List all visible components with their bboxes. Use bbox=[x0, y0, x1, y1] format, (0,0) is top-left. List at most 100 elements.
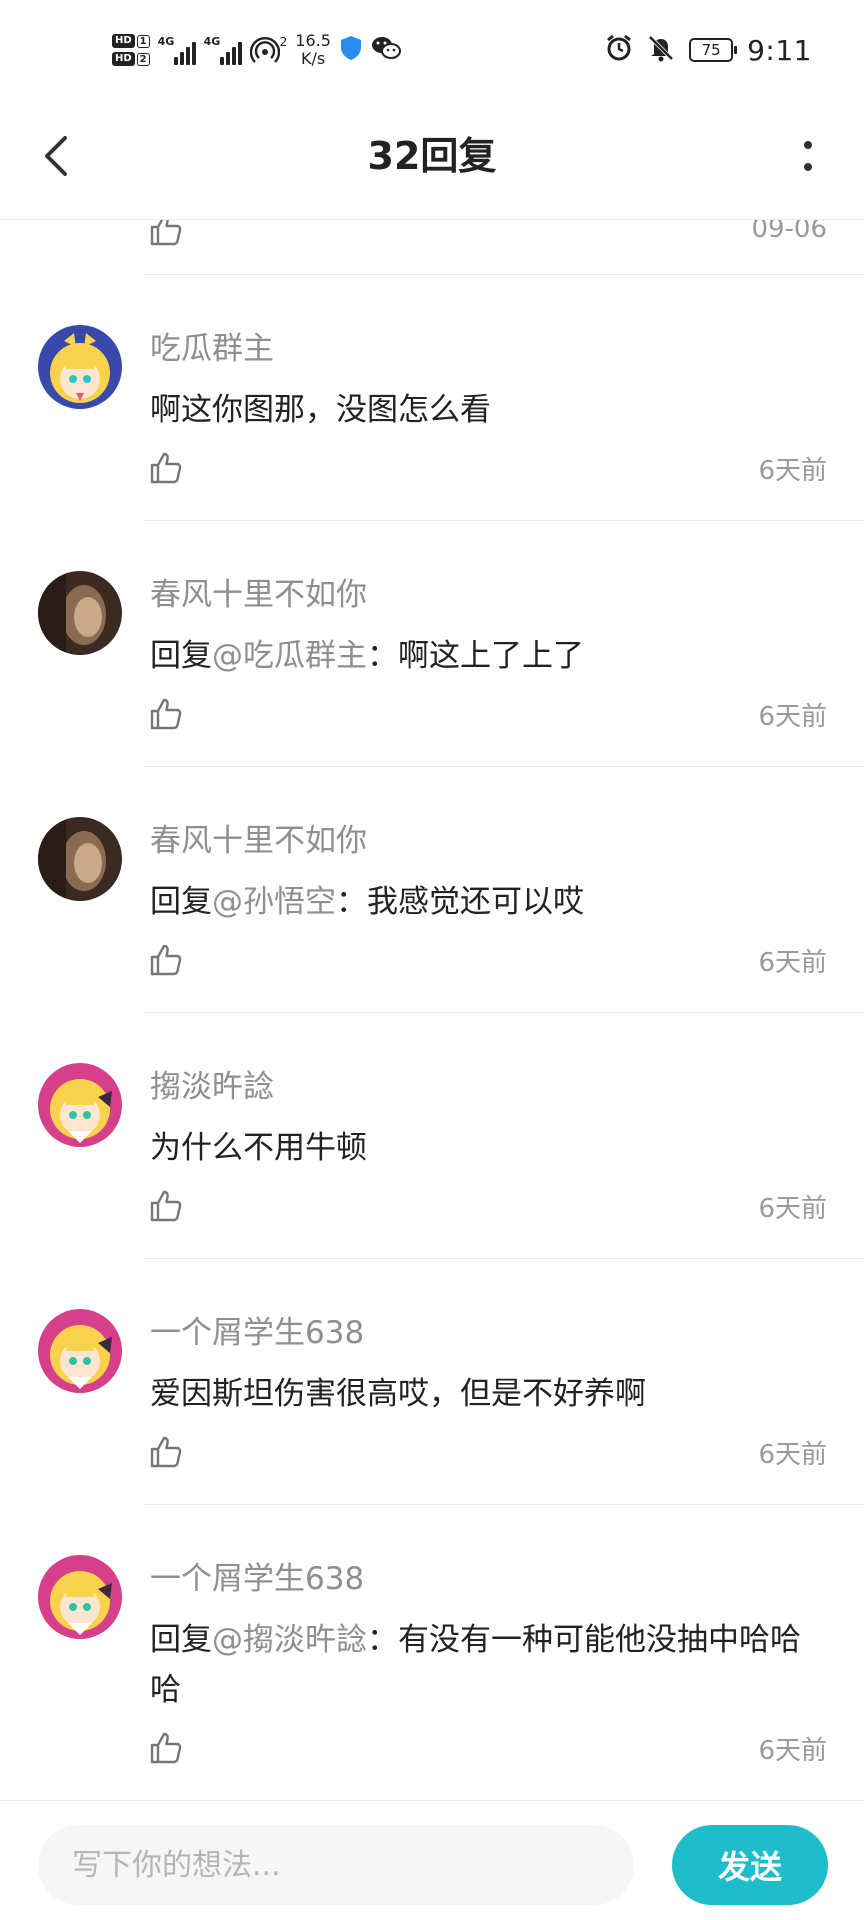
nav-bar: 32回复 bbox=[0, 96, 864, 220]
network-type-2: 4G bbox=[203, 35, 221, 48]
like-button[interactable] bbox=[148, 450, 188, 490]
mention-link[interactable]: @孙悟空 bbox=[212, 884, 336, 920]
comment-content: 为什么不用牛顿 bbox=[150, 1130, 367, 1166]
thumbs-up-icon bbox=[150, 944, 182, 976]
anime-avatar-pink-icon bbox=[38, 1063, 122, 1147]
shield-icon bbox=[339, 35, 363, 65]
comment-input[interactable] bbox=[38, 1825, 634, 1905]
comment-content: 爱因斯坦伤害很高哎，但是不好养啊 bbox=[150, 1376, 646, 1412]
avatar[interactable] bbox=[38, 1063, 122, 1147]
comment-text: 啊这你图那，没图怎么看 bbox=[150, 385, 828, 435]
comment-text: 回复@搊淡旿諗：有没有一种可能他没抽中哈哈哈 bbox=[150, 1615, 828, 1715]
comment-text: 回复@吃瓜群主：啊这上了上了 bbox=[150, 631, 828, 681]
battery-icon: 75 bbox=[689, 38, 738, 62]
mention-link[interactable]: @搊淡旿諗 bbox=[212, 1622, 367, 1658]
sim2-hd-badge: HD 2 bbox=[112, 52, 150, 66]
comment-author[interactable]: 春风十里不如你 bbox=[150, 821, 367, 861]
comment-text: 回复@孙悟空：我感觉还可以哎 bbox=[150, 877, 828, 927]
battery-level: 75 bbox=[701, 41, 721, 59]
alarm-icon bbox=[605, 34, 633, 66]
comment-item: 春风十里不如你 回复@吃瓜群主：啊这上了上了 6天前 bbox=[0, 521, 864, 767]
comment-item: 搊淡旿諗 为什么不用牛顿 6天前 bbox=[0, 1013, 864, 1259]
hotspot-icon: 2 bbox=[249, 35, 288, 65]
comment-time: 6天前 bbox=[758, 1194, 827, 1224]
thumbs-up-icon bbox=[150, 1190, 182, 1222]
net-speed-unit: K/s bbox=[300, 49, 326, 68]
comment-time: 6天前 bbox=[758, 702, 827, 732]
comment-text: 为什么不用牛顿 bbox=[150, 1123, 828, 1173]
photo-avatar-dark-icon bbox=[38, 817, 122, 901]
comment-author[interactable]: 一个屑学生638 bbox=[150, 1559, 364, 1599]
signal-icon-2: 4G bbox=[204, 35, 242, 65]
net-speed-value: 16.5 bbox=[295, 31, 331, 50]
thumbs-up-icon bbox=[150, 698, 182, 730]
list-item-partial: 09-06 bbox=[144, 220, 864, 275]
comment-body: 春风十里不如你 回复@吃瓜群主：啊这上了上了 6天前 bbox=[144, 521, 864, 767]
sim-indicators: HD 1 HD 2 bbox=[112, 34, 150, 66]
comment-author[interactable]: 春风十里不如你 bbox=[150, 575, 367, 615]
wechat-icon bbox=[371, 35, 401, 65]
like-button[interactable] bbox=[148, 220, 188, 252]
comment-author[interactable]: 搊淡旿諗 bbox=[150, 1067, 274, 1107]
comment-item: 一个屑学生638 爱因斯坦伤害很高哎，但是不好养啊 6天前 bbox=[0, 1259, 864, 1505]
comment-body: 一个屑学生638 回复@搊淡旿諗：有没有一种可能他没抽中哈哈哈 6天前 bbox=[144, 1505, 864, 1800]
comment-body: 吃瓜群主 啊这你图那，没图怎么看 6天前 bbox=[144, 275, 864, 521]
send-button[interactable]: 发送 bbox=[672, 1825, 828, 1905]
thumbs-up-icon bbox=[150, 1732, 182, 1764]
comment-time: 6天前 bbox=[758, 1440, 827, 1470]
comment-content: ：啊这上了上了 bbox=[367, 638, 584, 674]
comment-time: 09-06 bbox=[751, 220, 827, 244]
reply-prefix: 回复 bbox=[150, 884, 212, 920]
thumbs-up-icon bbox=[150, 452, 182, 484]
comment-content: 啊这你图那，没图怎么看 bbox=[150, 392, 491, 428]
anime-avatar-pink-icon bbox=[38, 1309, 122, 1393]
comment-item: 吃瓜群主 啊这你图那，没图怎么看 6天前 bbox=[0, 275, 864, 521]
avatar[interactable] bbox=[38, 325, 122, 409]
comment-list[interactable]: 09-06 吃瓜群主 啊这你图那，没图怎么看 6天前 春风十里不如你 回复@吃瓜… bbox=[0, 220, 864, 1800]
thumbs-up-icon bbox=[150, 220, 182, 246]
comment-body: 春风十里不如你 回复@孙悟空：我感觉还可以哎 6天前 bbox=[144, 767, 864, 1013]
comment-body: 搊淡旿諗 为什么不用牛顿 6天前 bbox=[144, 1013, 864, 1259]
comment-text: 爱因斯坦伤害很高哎，但是不好养啊 bbox=[150, 1369, 828, 1419]
thumbs-up-icon bbox=[150, 1436, 182, 1468]
mention-link[interactable]: @吃瓜群主 bbox=[212, 638, 367, 674]
status-left-group: HD 1 HD 2 4G 4G 2 16.5 K/s bbox=[112, 26, 401, 74]
like-button[interactable] bbox=[148, 942, 188, 982]
status-bar: HD 1 HD 2 4G 4G 2 16.5 K/s 75 9:11 bbox=[0, 0, 864, 96]
comment-content: ：我感觉还可以哎 bbox=[336, 884, 584, 920]
input-bar: 发送 bbox=[0, 1800, 864, 1920]
sim1-hd-badge: HD 1 bbox=[112, 34, 150, 48]
like-button[interactable] bbox=[148, 1730, 188, 1770]
anime-avatar-pink-icon bbox=[38, 1555, 122, 1639]
avatar[interactable] bbox=[38, 571, 122, 655]
comment-item: 一个屑学生638 回复@搊淡旿諗：有没有一种可能他没抽中哈哈哈 6天前 bbox=[0, 1505, 864, 1800]
anime-avatar-blue-icon bbox=[38, 325, 122, 409]
avatar[interactable] bbox=[38, 1309, 122, 1393]
comment-time: 6天前 bbox=[758, 1736, 827, 1766]
signal-icon: 4G bbox=[158, 35, 196, 65]
hotspot-count: 2 bbox=[279, 35, 288, 49]
like-button[interactable] bbox=[148, 1188, 188, 1228]
comment-time: 6天前 bbox=[758, 948, 827, 978]
like-button[interactable] bbox=[148, 1434, 188, 1474]
avatar[interactable] bbox=[38, 1555, 122, 1639]
photo-avatar-dark-icon bbox=[38, 571, 122, 655]
status-right-group: 75 9:11 bbox=[605, 30, 812, 70]
reply-prefix: 回复 bbox=[150, 638, 212, 674]
mute-bell-icon bbox=[647, 34, 675, 66]
comment-author[interactable]: 吃瓜群主 bbox=[150, 329, 274, 369]
more-vertical-icon bbox=[804, 141, 812, 171]
avatar[interactable] bbox=[38, 817, 122, 901]
comment-author[interactable]: 一个屑学生638 bbox=[150, 1313, 364, 1353]
more-button[interactable] bbox=[782, 130, 834, 182]
comment-item: 春风十里不如你 回复@孙悟空：我感觉还可以哎 6天前 bbox=[0, 767, 864, 1013]
clock: 9:11 bbox=[747, 33, 812, 67]
net-speed: 16.5 K/s bbox=[295, 32, 331, 68]
reply-prefix: 回复 bbox=[150, 1622, 212, 1658]
sim1-number: 1 bbox=[136, 34, 150, 48]
network-type-1: 4G bbox=[157, 35, 175, 48]
sim2-number: 2 bbox=[136, 52, 150, 66]
like-button[interactable] bbox=[148, 696, 188, 736]
comment-time: 6天前 bbox=[758, 456, 827, 486]
hd-label: HD bbox=[112, 52, 135, 66]
